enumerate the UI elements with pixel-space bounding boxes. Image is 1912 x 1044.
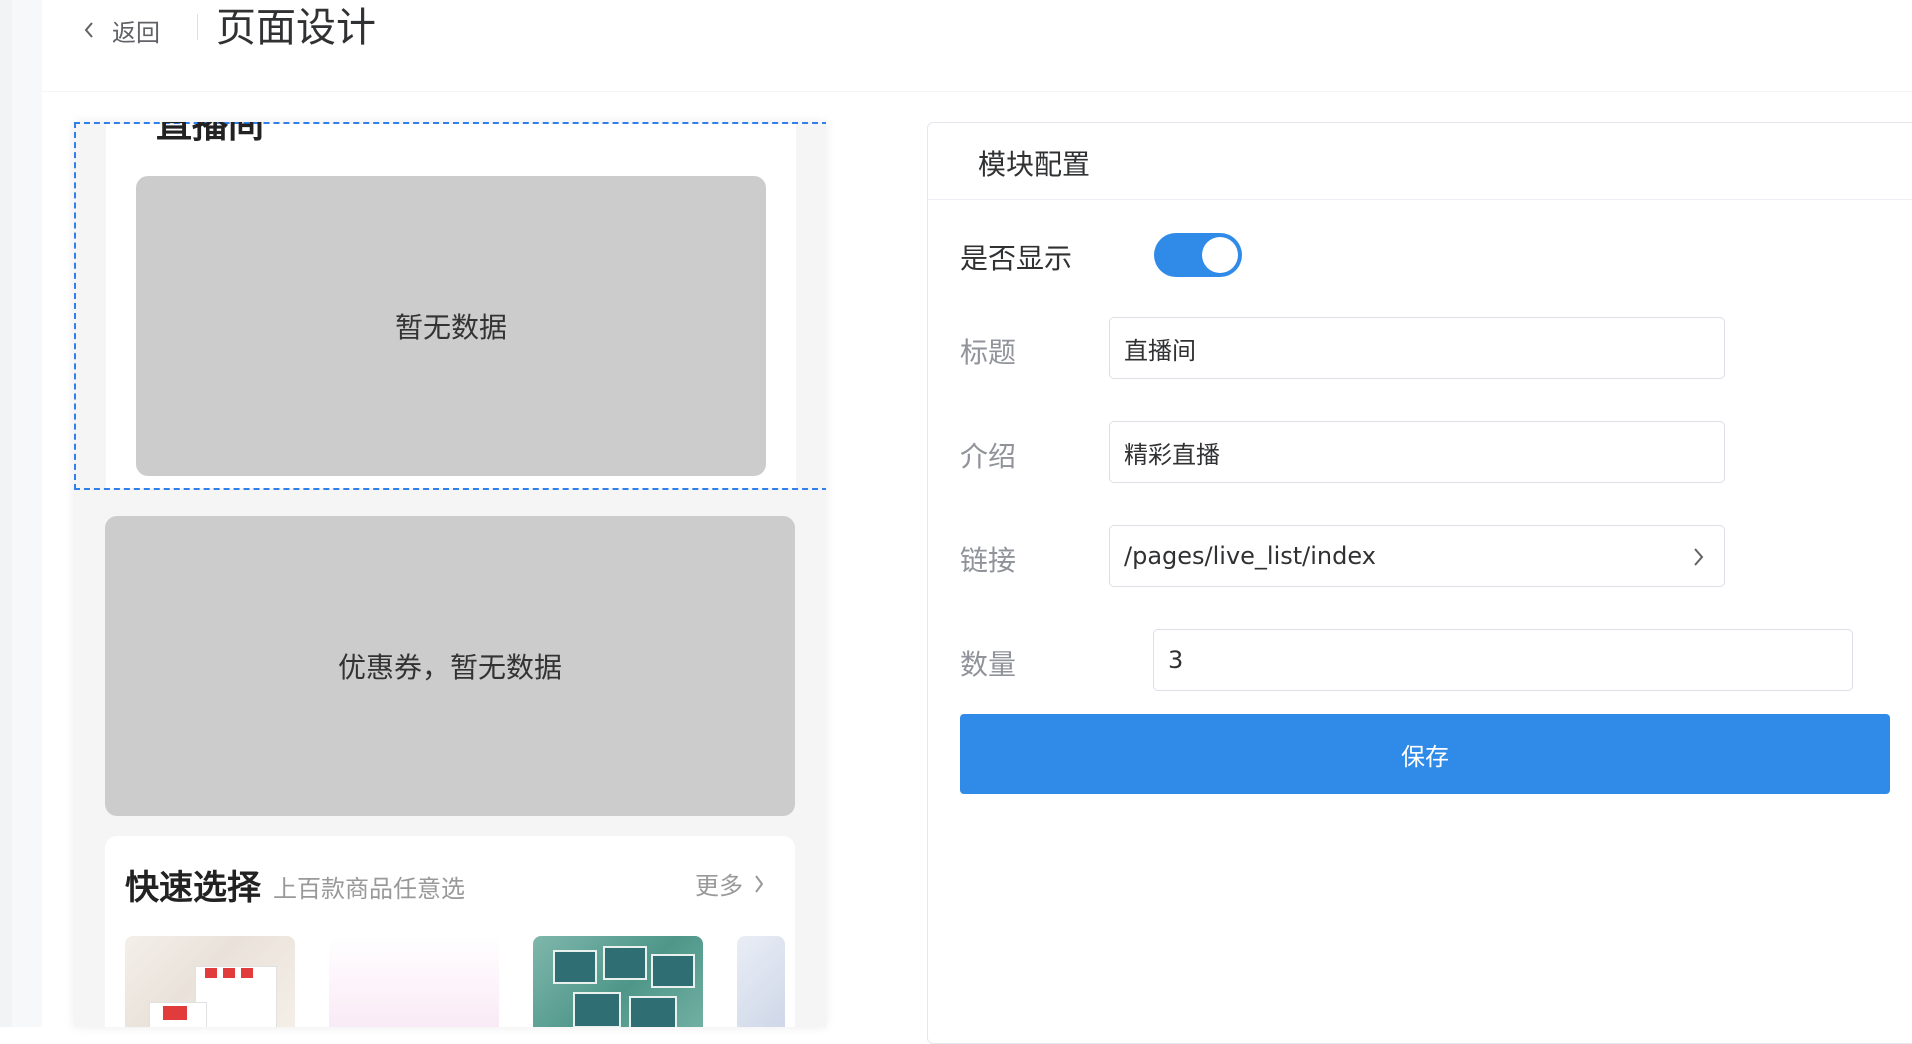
chevron-left-icon [82, 20, 96, 40]
product-box-shape [629, 996, 677, 1027]
product-box-shape [573, 992, 621, 1027]
product-thumbnail[interactable] [533, 936, 703, 1027]
header-divider [197, 14, 198, 40]
product-thumbnail[interactable] [329, 936, 499, 1027]
product-label-shape [223, 968, 235, 978]
link-picker[interactable]: /pages/live_list/index [1109, 525, 1725, 587]
intro-label: 介绍 [960, 440, 1017, 473]
page-title: 页面设计 [216, 5, 376, 51]
save-button[interactable]: 保存 [960, 714, 1890, 794]
chevron-right-icon [755, 874, 764, 893]
chevron-right-icon [1694, 548, 1704, 566]
intro-input[interactable]: 精彩直播 [1109, 421, 1725, 483]
back-label: 返回 [112, 18, 160, 47]
config-panel-title: 模块配置 [978, 148, 1091, 181]
count-input[interactable]: 3 [1153, 629, 1853, 691]
visible-toggle[interactable] [1154, 233, 1242, 277]
live-module-selected[interactable]: 直播间 暂无数据 [74, 122, 826, 490]
more-label: 更多 [695, 872, 743, 900]
product-box-shape [651, 954, 695, 988]
count-label: 数量 [960, 648, 1017, 681]
quick-select-subtitle: 上百款商品任意选 [273, 875, 465, 903]
module-config-panel: 模块配置 是否显示 标题 直播间 介绍 精彩直播 链接 /pages/live_… [927, 122, 1912, 1044]
link-label: 链接 [960, 544, 1017, 577]
quick-select-module[interactable]: 快速选择 上百款商品任意选 更多 [105, 836, 795, 1027]
product-label-shape [241, 968, 253, 978]
live-module-card: 直播间 暂无数据 [106, 122, 796, 488]
page-preview: 直播间 暂无数据 优惠券，暂无数据 快速选择 上百款商品任意选 更多 [74, 122, 826, 1027]
live-module-empty-state: 暂无数据 [136, 176, 766, 476]
product-box-shape [553, 950, 597, 984]
title-label: 标题 [960, 336, 1017, 369]
config-panel-header: 模块配置 [928, 123, 1912, 200]
product-label-shape [163, 1006, 187, 1020]
left-gutter [0, 0, 12, 1027]
visible-label: 是否显示 [960, 242, 1073, 275]
left-gutter-shade [12, 0, 42, 1027]
product-thumbnail[interactable] [737, 936, 785, 1027]
product-thumbnail[interactable] [125, 936, 295, 1027]
product-box-shape [603, 946, 647, 980]
toggle-knob [1202, 237, 1238, 273]
quick-select-title: 快速选择 [125, 868, 261, 908]
back-button[interactable]: 返回 [82, 10, 160, 50]
coupon-module-empty-state[interactable]: 优惠券，暂无数据 [105, 516, 795, 816]
header-separator [42, 91, 1912, 92]
product-label-shape [205, 968, 217, 978]
title-input[interactable]: 直播间 [1109, 317, 1725, 379]
quick-select-more-link[interactable]: 更多 [695, 866, 765, 901]
live-module-title: 直播间 [156, 122, 265, 146]
link-value: /pages/live_list/index [1124, 542, 1376, 570]
